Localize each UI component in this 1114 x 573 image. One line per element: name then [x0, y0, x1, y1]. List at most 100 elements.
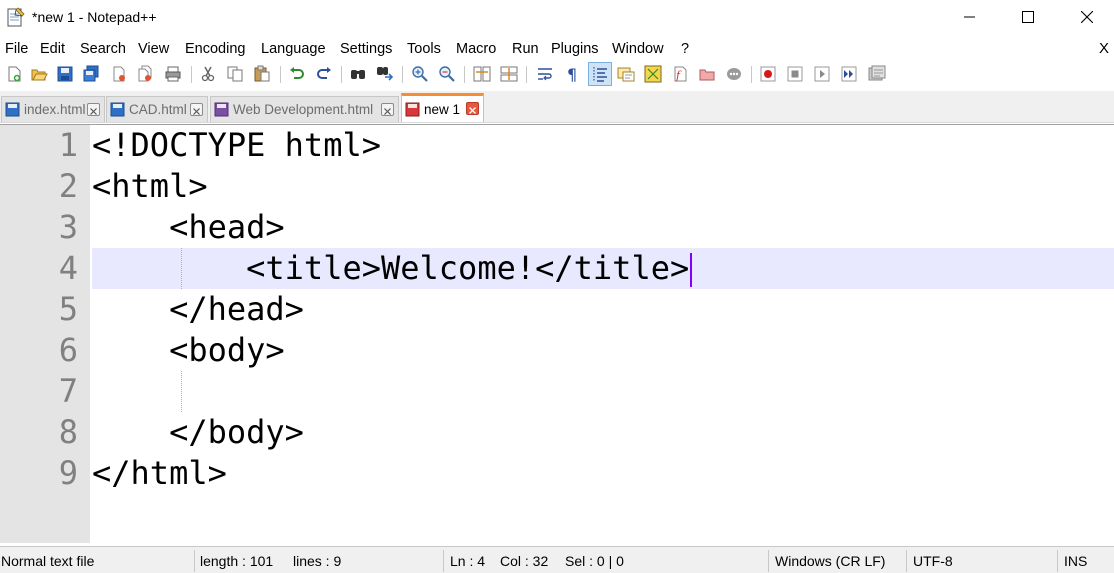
function-list-icon[interactable] [642, 63, 664, 85]
sync-vertical-icon[interactable] [471, 63, 493, 85]
tab-close-icon[interactable] [190, 103, 203, 116]
line-number: 9 [58, 454, 78, 492]
status-separator [194, 550, 195, 572]
close-window-button[interactable] [1064, 0, 1110, 34]
save-all-icon[interactable] [80, 63, 102, 85]
code-text: </head> [92, 290, 304, 328]
toolbar-separator [751, 66, 752, 83]
status-separator [768, 550, 769, 572]
paste-icon[interactable] [251, 63, 273, 85]
replace-icon[interactable] [374, 63, 396, 85]
tab-label: new 1 [424, 101, 461, 117]
run-macro-multiple-icon[interactable] [838, 63, 860, 85]
tab-label: index.html [24, 102, 86, 117]
zoom-in-icon[interactable] [409, 63, 431, 85]
close-icon[interactable] [108, 63, 130, 85]
status-ln: Ln : 4 [450, 553, 486, 569]
record-macro-icon[interactable] [757, 63, 779, 85]
show-all-chars-icon[interactable]: ¶ [561, 63, 583, 85]
line-number: 3 [58, 208, 78, 246]
status-file-type: Normal text file [1, 553, 95, 569]
play-macro-icon[interactable] [811, 63, 833, 85]
close-all-icon[interactable] [134, 63, 156, 85]
code-line: <body> [92, 330, 1114, 371]
word-wrap-icon[interactable] [534, 63, 556, 85]
open-file-icon[interactable] [28, 63, 50, 85]
maximize-icon [1022, 11, 1034, 23]
toolbar-separator [464, 66, 465, 83]
save-macro-icon[interactable] [866, 63, 888, 85]
maximize-button[interactable] [1005, 0, 1051, 34]
status-insert-mode: INS [1064, 553, 1088, 569]
code-text: <html> [92, 167, 208, 205]
sync-horizontal-icon[interactable] [498, 63, 520, 85]
save-icon[interactable] [54, 63, 76, 85]
line-number: 1 [58, 126, 78, 164]
code-line: </head> [92, 289, 1114, 330]
menu-encoding[interactable]: Encoding [185, 41, 245, 57]
menu-settings[interactable]: Settings [340, 41, 392, 57]
minimize-button[interactable] [947, 0, 993, 34]
editor[interactable]: 1 2 3 4 5 6 7 8 9 <!DOCTYPE html> <html>… [0, 124, 1114, 544]
close-icon [1081, 11, 1093, 23]
menu-view[interactable]: View [138, 41, 169, 57]
stop-record-icon[interactable] [784, 63, 806, 85]
find-icon[interactable] [347, 63, 369, 85]
doc-switcher-icon[interactable] [723, 63, 745, 85]
status-length: length : 101 [200, 553, 274, 569]
status-separator [443, 550, 444, 572]
line-number: 5 [58, 290, 78, 328]
menu-search[interactable]: Search [80, 41, 126, 57]
cut-icon[interactable] [197, 63, 219, 85]
menu-plugins[interactable]: Plugins [551, 41, 599, 57]
tab-close-icon[interactable] [381, 103, 394, 116]
indent-guide-icon[interactable] [588, 62, 612, 86]
tab-new-1[interactable]: new 1 [401, 93, 484, 122]
menu-run[interactable]: Run [512, 41, 539, 57]
tab-web-development-html[interactable]: Web Development.html [210, 96, 399, 122]
unsaved-file-icon [405, 102, 420, 116]
menu-help[interactable]: ? [681, 41, 689, 57]
toolbar-separator [280, 66, 281, 83]
code-text: <!DOCTYPE html> [92, 126, 381, 164]
tab-label: CAD.html [129, 102, 187, 117]
zoom-out-icon[interactable] [436, 63, 458, 85]
close-document-button[interactable]: X [1099, 40, 1109, 57]
line-number: 6 [58, 331, 78, 369]
code-line: <!DOCTYPE html> [92, 125, 1114, 166]
menu-macro[interactable]: Macro [456, 41, 496, 57]
redo-icon[interactable] [313, 63, 335, 85]
print-icon[interactable] [162, 63, 184, 85]
saved-file-icon [5, 102, 20, 117]
tab-close-icon[interactable] [466, 102, 479, 115]
menu-tools[interactable]: Tools [407, 41, 441, 57]
current-code-line: <title>Welcome!</title> [92, 248, 1114, 289]
tab-label: Web Development.html [233, 102, 374, 117]
menu-file[interactable]: File [5, 41, 28, 57]
code-text: </html> [92, 454, 227, 492]
toolbar-separator [526, 66, 527, 83]
new-file-icon[interactable] [3, 63, 25, 85]
menu-edit[interactable]: Edit [40, 41, 65, 57]
title-bar: *new 1 - Notepad++ [0, 0, 1114, 36]
code-text: </body> [92, 413, 304, 451]
tab-index-html[interactable]: index.html [1, 96, 105, 122]
menu-language[interactable]: Language [261, 41, 326, 57]
status-eol[interactable]: Windows (CR LF) [775, 547, 885, 573]
line-number: 8 [58, 413, 78, 451]
undo-icon[interactable] [286, 63, 308, 85]
minimize-icon [964, 16, 975, 18]
menu-window[interactable]: Window [612, 41, 664, 57]
tab-cad-html[interactable]: CAD.html [106, 96, 208, 122]
saved-file-icon [214, 102, 229, 117]
project-panel-icon[interactable] [696, 63, 718, 85]
svg-text:¶: ¶ [567, 65, 577, 83]
copy-icon[interactable] [224, 63, 246, 85]
tab-close-icon[interactable] [87, 103, 100, 116]
code-text: <head> [92, 208, 285, 246]
status-separator [906, 550, 907, 572]
code-line [92, 371, 1114, 412]
code-area[interactable]: <!DOCTYPE html> <html> <head> <title>Wel… [92, 125, 1114, 543]
folder-as-workspace-icon[interactable]: f [669, 63, 691, 85]
doc-map-icon[interactable] [615, 63, 637, 85]
